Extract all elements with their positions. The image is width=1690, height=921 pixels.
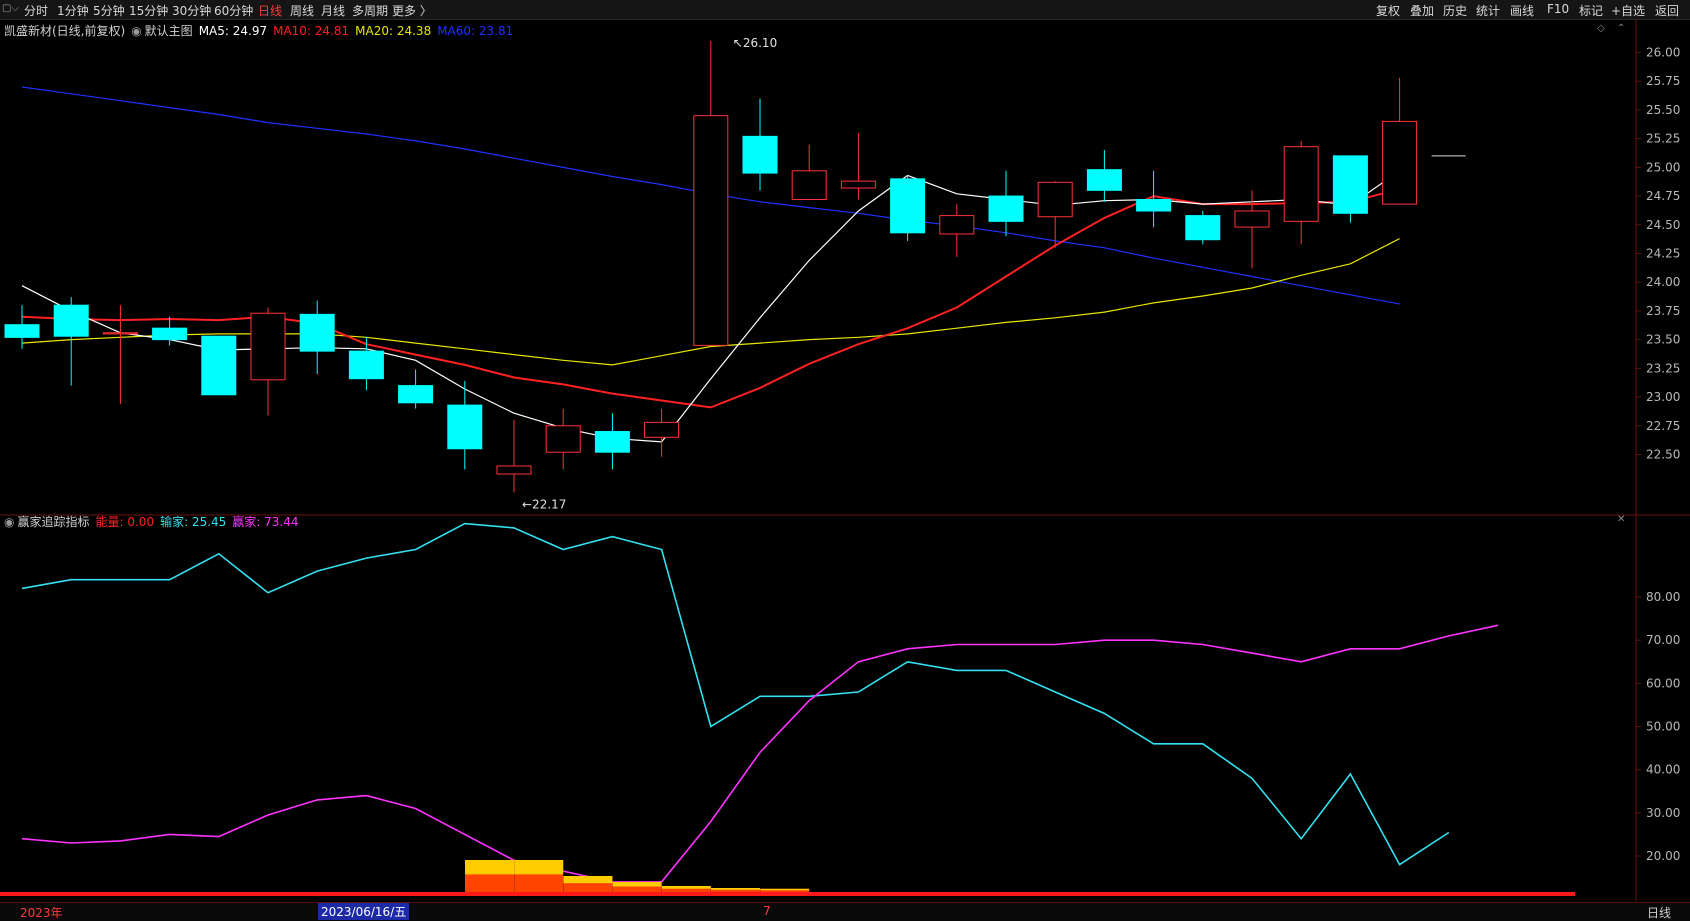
candle-up bbox=[250, 312, 286, 381]
price-tick-label: 24.00 bbox=[1646, 275, 1680, 289]
energy-bar-top bbox=[465, 860, 514, 875]
winner-line bbox=[21, 624, 1499, 883]
indicator-tick-label: 20.00 bbox=[1646, 849, 1680, 863]
candle-down bbox=[348, 350, 384, 380]
indicator-tick-label: 30.00 bbox=[1646, 806, 1680, 820]
candle-up bbox=[496, 465, 532, 475]
month-label: 7 bbox=[763, 904, 771, 918]
candle-up bbox=[840, 180, 876, 189]
candle-up bbox=[545, 425, 581, 453]
candle-up bbox=[791, 170, 827, 201]
candle-up bbox=[102, 332, 138, 335]
energy-bar-top bbox=[711, 888, 760, 890]
candle-down bbox=[890, 178, 926, 234]
candle-down bbox=[594, 431, 630, 453]
candle-down bbox=[742, 135, 778, 174]
candle-down bbox=[1185, 215, 1221, 241]
candle-down bbox=[53, 304, 89, 337]
cursor-date-label: 2023/06/16/五 bbox=[318, 903, 410, 920]
price-tick-label: 23.25 bbox=[1646, 361, 1680, 375]
candle-down bbox=[152, 327, 188, 341]
price-tick-label: 25.00 bbox=[1646, 160, 1680, 174]
price-tick-label: 25.50 bbox=[1646, 103, 1680, 117]
candle-down bbox=[447, 404, 483, 450]
price-tick-label: 23.00 bbox=[1646, 390, 1680, 404]
candle-up bbox=[1382, 120, 1418, 205]
candle-down bbox=[1086, 169, 1122, 191]
indicator-tick-label: 80.00 bbox=[1646, 590, 1680, 604]
period-label[interactable]: 日线 bbox=[1647, 904, 1671, 921]
energy-bar-top bbox=[612, 882, 662, 887]
indicator-tick-label: 50.00 bbox=[1646, 720, 1680, 734]
kline-chart[interactable]: 26.00 25.75 25.50 25.25 25.00 24.75 24.50 24.25… bbox=[0, 0, 1690, 920]
price-tick-label: 24.75 bbox=[1646, 189, 1680, 203]
high-annotation: ↖26.10 bbox=[733, 36, 777, 50]
candle-up bbox=[1234, 210, 1270, 228]
price-tick-label: 25.25 bbox=[1646, 132, 1680, 146]
indicator-tick-label: 70.00 bbox=[1646, 633, 1680, 647]
candle-down bbox=[201, 335, 237, 396]
price-tick-label: 23.50 bbox=[1646, 333, 1680, 347]
energy-bar-top bbox=[760, 888, 810, 891]
candle-down bbox=[4, 324, 40, 338]
candle-up bbox=[1037, 181, 1073, 218]
low-annotation: ←22.17 bbox=[522, 497, 566, 511]
candle-down bbox=[1332, 155, 1368, 214]
time-axis-bar: 2023年 2023/06/16/五 7 日线 bbox=[0, 902, 1690, 921]
loser-line bbox=[21, 522, 1450, 866]
energy-bar-top bbox=[563, 876, 613, 884]
indicator-tick-label: 60.00 bbox=[1646, 676, 1680, 690]
price-tick-label: 23.75 bbox=[1646, 304, 1680, 318]
candle-up bbox=[939, 215, 975, 235]
price-tick-label: 22.75 bbox=[1646, 419, 1680, 433]
price-tick-label: 26.00 bbox=[1646, 46, 1680, 60]
price-tick-label: 25.75 bbox=[1646, 74, 1680, 88]
price-tick-label: 24.25 bbox=[1646, 247, 1680, 261]
candle-down bbox=[299, 313, 335, 352]
energy-baseline bbox=[0, 892, 1575, 896]
candle-down bbox=[398, 385, 434, 404]
energy-bar-top bbox=[514, 860, 564, 875]
candle-down bbox=[988, 195, 1024, 222]
price-tick-label: 24.50 bbox=[1646, 218, 1680, 232]
candle-down bbox=[1136, 199, 1172, 212]
candle-up bbox=[1283, 146, 1319, 222]
candle-up bbox=[693, 115, 729, 346]
price-tick-label: 22.50 bbox=[1646, 448, 1680, 462]
indicator-tick-label: 40.00 bbox=[1646, 763, 1680, 777]
year-label: 2023年 bbox=[20, 906, 63, 920]
candle-up bbox=[644, 421, 680, 438]
energy-bar-top bbox=[661, 886, 711, 889]
